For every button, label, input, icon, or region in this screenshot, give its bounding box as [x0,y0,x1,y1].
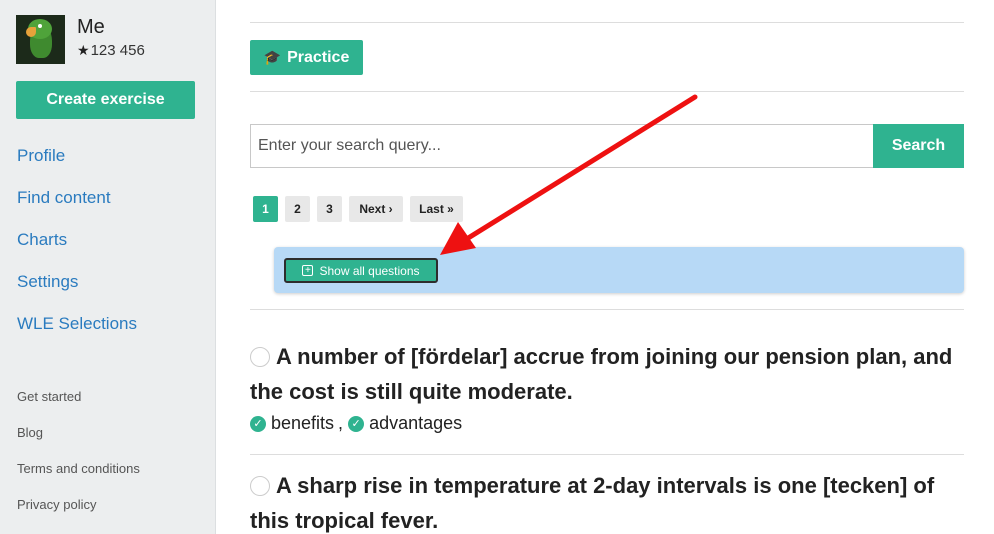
sidebar-item-settings[interactable]: Settings [17,269,137,311]
avatar[interactable] [16,15,65,64]
check-circle-icon: ✓ [250,415,266,432]
divider [250,309,964,310]
footer-link-get-started[interactable]: Get started [17,388,140,424]
radio-icon[interactable] [250,347,270,367]
answer: benefits [271,413,335,433]
question-text: A number of [fördelar] accrue from joini… [250,344,953,404]
question-item: A sharp rise in temperature at 2-day int… [250,468,964,534]
next-label: Next [359,202,386,216]
annotation-arrow-icon [440,94,698,255]
show-all-label: Show all questions [319,263,420,278]
footer-link-blog[interactable]: Blog [17,424,140,460]
answer: advantages [369,413,463,433]
radio-icon[interactable] [250,476,270,496]
sidebar-item-charts[interactable]: Charts [17,227,137,269]
footer-link-terms[interactable]: Terms and conditions [17,460,140,496]
page-1-button[interactable]: 1 [253,196,278,222]
page-3-button[interactable]: 3 [317,196,342,222]
sidebar-item-find-content[interactable]: Find content [17,185,137,227]
search-button[interactable]: Search [873,124,964,168]
check-circle-icon: ✓ [348,415,365,432]
divider [250,454,964,455]
user-profile[interactable]: Me ★ 123 456 [16,15,145,64]
answer-list: ✓ benefits , ✓ advantages [250,413,964,434]
question-text-row: A number of [fördelar] accrue from joini… [250,339,964,409]
star-icon: ★ [77,42,90,58]
plus-square-icon: + [302,265,314,276]
next-page-button[interactable]: Next › [349,196,403,222]
practice-label: Practice [287,48,350,66]
graduation-cap-icon: 🎓 [263,49,282,65]
practice-button[interactable]: 🎓 Practice [250,40,363,75]
sidebar-nav: Profile Find content Charts Settings WLE… [17,143,137,353]
show-all-questions-button[interactable]: + Show all questions [284,258,438,283]
create-exercise-button[interactable]: Create exercise [16,81,195,119]
question-text: A sharp rise in temperature at 2-day int… [250,473,935,533]
footer-link-privacy[interactable]: Privacy policy [17,496,140,532]
question-text-row: A sharp rise in temperature at 2-day int… [250,468,964,534]
sidebar-item-wle-selections[interactable]: WLE Selections [17,311,137,353]
user-score: ★ 123 456 [77,42,145,59]
score-value: 123 456 [90,42,145,59]
user-name: Me [77,16,105,38]
sidebar: Me ★ 123 456 Create exercise Profile Fin… [0,0,216,534]
page-2-button[interactable]: 2 [285,196,310,222]
sidebar-item-profile[interactable]: Profile [17,143,137,185]
divider [250,22,964,23]
sidebar-footer: Get started Blog Terms and conditions Pr… [17,388,140,532]
question-item: A number of [fördelar] accrue from joini… [250,339,964,434]
